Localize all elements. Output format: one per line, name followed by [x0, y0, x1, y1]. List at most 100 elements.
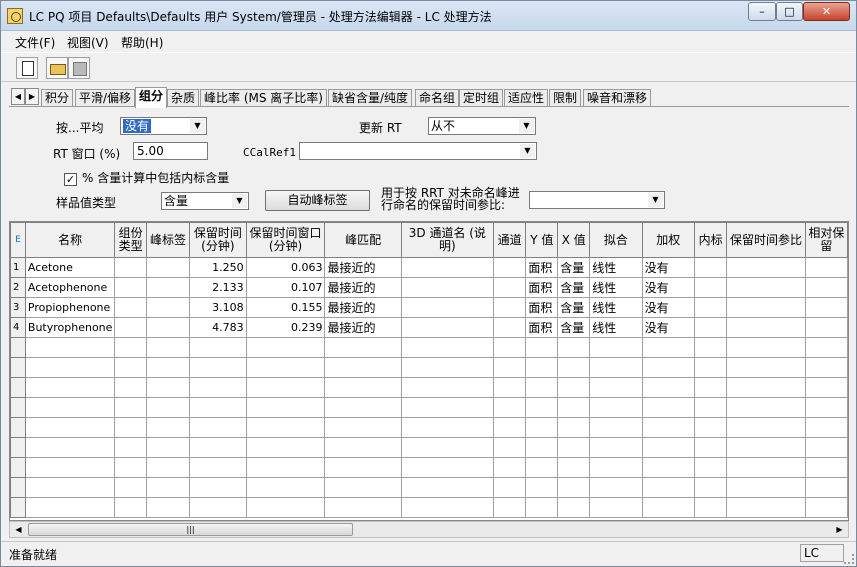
cell-empty[interactable]	[114, 337, 147, 358]
cell-empty[interactable]	[589, 337, 643, 358]
cell-empty[interactable]	[145, 457, 191, 478]
table-row[interactable]: 1 Acetone 1.250 0.063 最接近的 面积 含量 线性 没有	[10, 257, 848, 278]
cell-empty[interactable]	[114, 377, 147, 398]
cell-empty[interactable]	[324, 337, 402, 358]
row-number[interactable]: 2	[10, 277, 26, 298]
cell-empty[interactable]	[400, 357, 494, 378]
cell-empty[interactable]	[245, 497, 326, 518]
cell-ch3d[interactable]	[400, 317, 494, 338]
row-number[interactable]: 3	[10, 297, 26, 318]
row-number[interactable]	[10, 437, 26, 458]
cell-empty[interactable]	[245, 457, 326, 478]
column-header[interactable]: 保留时间参比	[726, 222, 806, 258]
cell-match[interactable]: 最接近的	[324, 297, 402, 318]
cell-weight[interactable]: 没有	[641, 297, 695, 318]
cell-empty[interactable]	[693, 437, 728, 458]
cell-empty[interactable]	[525, 497, 559, 518]
cell-empty[interactable]	[804, 437, 848, 458]
menu-help[interactable]: 帮助(H)	[121, 34, 163, 51]
cell-label[interactable]	[145, 317, 191, 338]
cell-empty[interactable]	[245, 357, 326, 378]
cell-match[interactable]: 最接近的	[324, 317, 402, 338]
empty-row[interactable]	[10, 377, 848, 398]
cell-rt[interactable]: 1.250	[189, 257, 247, 278]
cell-empty[interactable]	[804, 377, 848, 398]
cell-empty[interactable]	[145, 417, 191, 438]
cell-empty[interactable]	[189, 417, 247, 438]
cell-fit[interactable]: 线性	[589, 297, 643, 318]
empty-row[interactable]	[10, 497, 848, 518]
tab-impurities[interactable]: 杂质	[167, 89, 200, 107]
cell-empty[interactable]	[114, 417, 147, 438]
maximize-button[interactable]: □	[776, 2, 803, 21]
cell-rel[interactable]	[804, 257, 848, 278]
cell-name[interactable]: Acetone	[24, 257, 116, 278]
cell-fit[interactable]: 线性	[589, 257, 643, 278]
cell-empty[interactable]	[24, 497, 116, 518]
cell-empty[interactable]	[804, 397, 848, 418]
cell-rtref[interactable]	[726, 317, 806, 338]
cell-empty[interactable]	[726, 437, 806, 458]
cell-rtw[interactable]: 0.107	[245, 277, 326, 298]
cell-empty[interactable]	[641, 437, 695, 458]
cell-ch[interactable]	[492, 257, 527, 278]
cell-empty[interactable]	[324, 437, 402, 458]
cell-type[interactable]	[114, 257, 147, 278]
close-button[interactable]: ✕	[803, 2, 850, 21]
cell-rtref[interactable]	[726, 297, 806, 318]
cell-empty[interactable]	[525, 437, 559, 458]
cell-empty[interactable]	[804, 477, 848, 498]
column-header[interactable]: 峰标签	[145, 222, 191, 258]
cell-name[interactable]: Butyrophenone	[24, 317, 116, 338]
cell-empty[interactable]	[145, 477, 191, 498]
cell-empty[interactable]	[726, 357, 806, 378]
table-corner-icon[interactable]: E	[10, 222, 26, 258]
cell-ch[interactable]	[492, 277, 527, 298]
empty-row[interactable]	[10, 337, 848, 358]
cell-empty[interactable]	[400, 497, 494, 518]
horizontal-scrollbar[interactable]: ◀ ||| ▶	[9, 521, 849, 538]
cell-empty[interactable]	[114, 397, 147, 418]
cell-empty[interactable]	[557, 457, 591, 478]
cell-empty[interactable]	[24, 377, 116, 398]
row-number[interactable]: 4	[10, 317, 26, 338]
cell-empty[interactable]	[726, 417, 806, 438]
cell-empty[interactable]	[24, 417, 116, 438]
cell-empty[interactable]	[726, 397, 806, 418]
cell-x[interactable]: 含量	[557, 317, 591, 338]
cell-empty[interactable]	[324, 397, 402, 418]
column-header[interactable]: 组份 类型	[114, 222, 147, 258]
cell-ch3d[interactable]	[400, 297, 494, 318]
cell-empty[interactable]	[145, 497, 191, 518]
tab-scroll-left-icon[interactable]: ◀	[11, 88, 25, 105]
cell-is[interactable]	[693, 297, 728, 318]
column-header[interactable]: 保留时间窗口 (分钟)	[245, 222, 326, 258]
cell-empty[interactable]	[557, 417, 591, 438]
rt-window-input[interactable]: 5.00	[133, 142, 208, 160]
cell-x[interactable]: 含量	[557, 277, 591, 298]
cell-empty[interactable]	[589, 357, 643, 378]
cell-empty[interactable]	[693, 477, 728, 498]
cell-empty[interactable]	[589, 377, 643, 398]
column-header[interactable]: X 值	[557, 222, 591, 258]
include-internal-standard-checkbox[interactable]: ✓	[64, 173, 77, 186]
cell-empty[interactable]	[189, 457, 247, 478]
tab-suitability[interactable]: 适应性	[504, 89, 549, 107]
row-number[interactable]	[10, 377, 26, 398]
column-header[interactable]: 保留时间 (分钟)	[189, 222, 247, 258]
cell-empty[interactable]	[324, 497, 402, 518]
by-average-select[interactable]: 没有 ▼	[120, 117, 207, 135]
cell-empty[interactable]	[641, 417, 695, 438]
auto-peak-label-button[interactable]: 自动峰标签	[265, 190, 370, 211]
cell-empty[interactable]	[557, 377, 591, 398]
open-folder-icon[interactable]	[46, 57, 68, 79]
ccalref-select[interactable]: ▼	[299, 142, 537, 160]
cell-rel[interactable]	[804, 277, 848, 298]
cell-empty[interactable]	[693, 417, 728, 438]
cell-empty[interactable]	[557, 437, 591, 458]
cell-empty[interactable]	[557, 337, 591, 358]
cell-empty[interactable]	[400, 477, 494, 498]
cell-empty[interactable]	[245, 477, 326, 498]
cell-type[interactable]	[114, 297, 147, 318]
cell-empty[interactable]	[589, 437, 643, 458]
